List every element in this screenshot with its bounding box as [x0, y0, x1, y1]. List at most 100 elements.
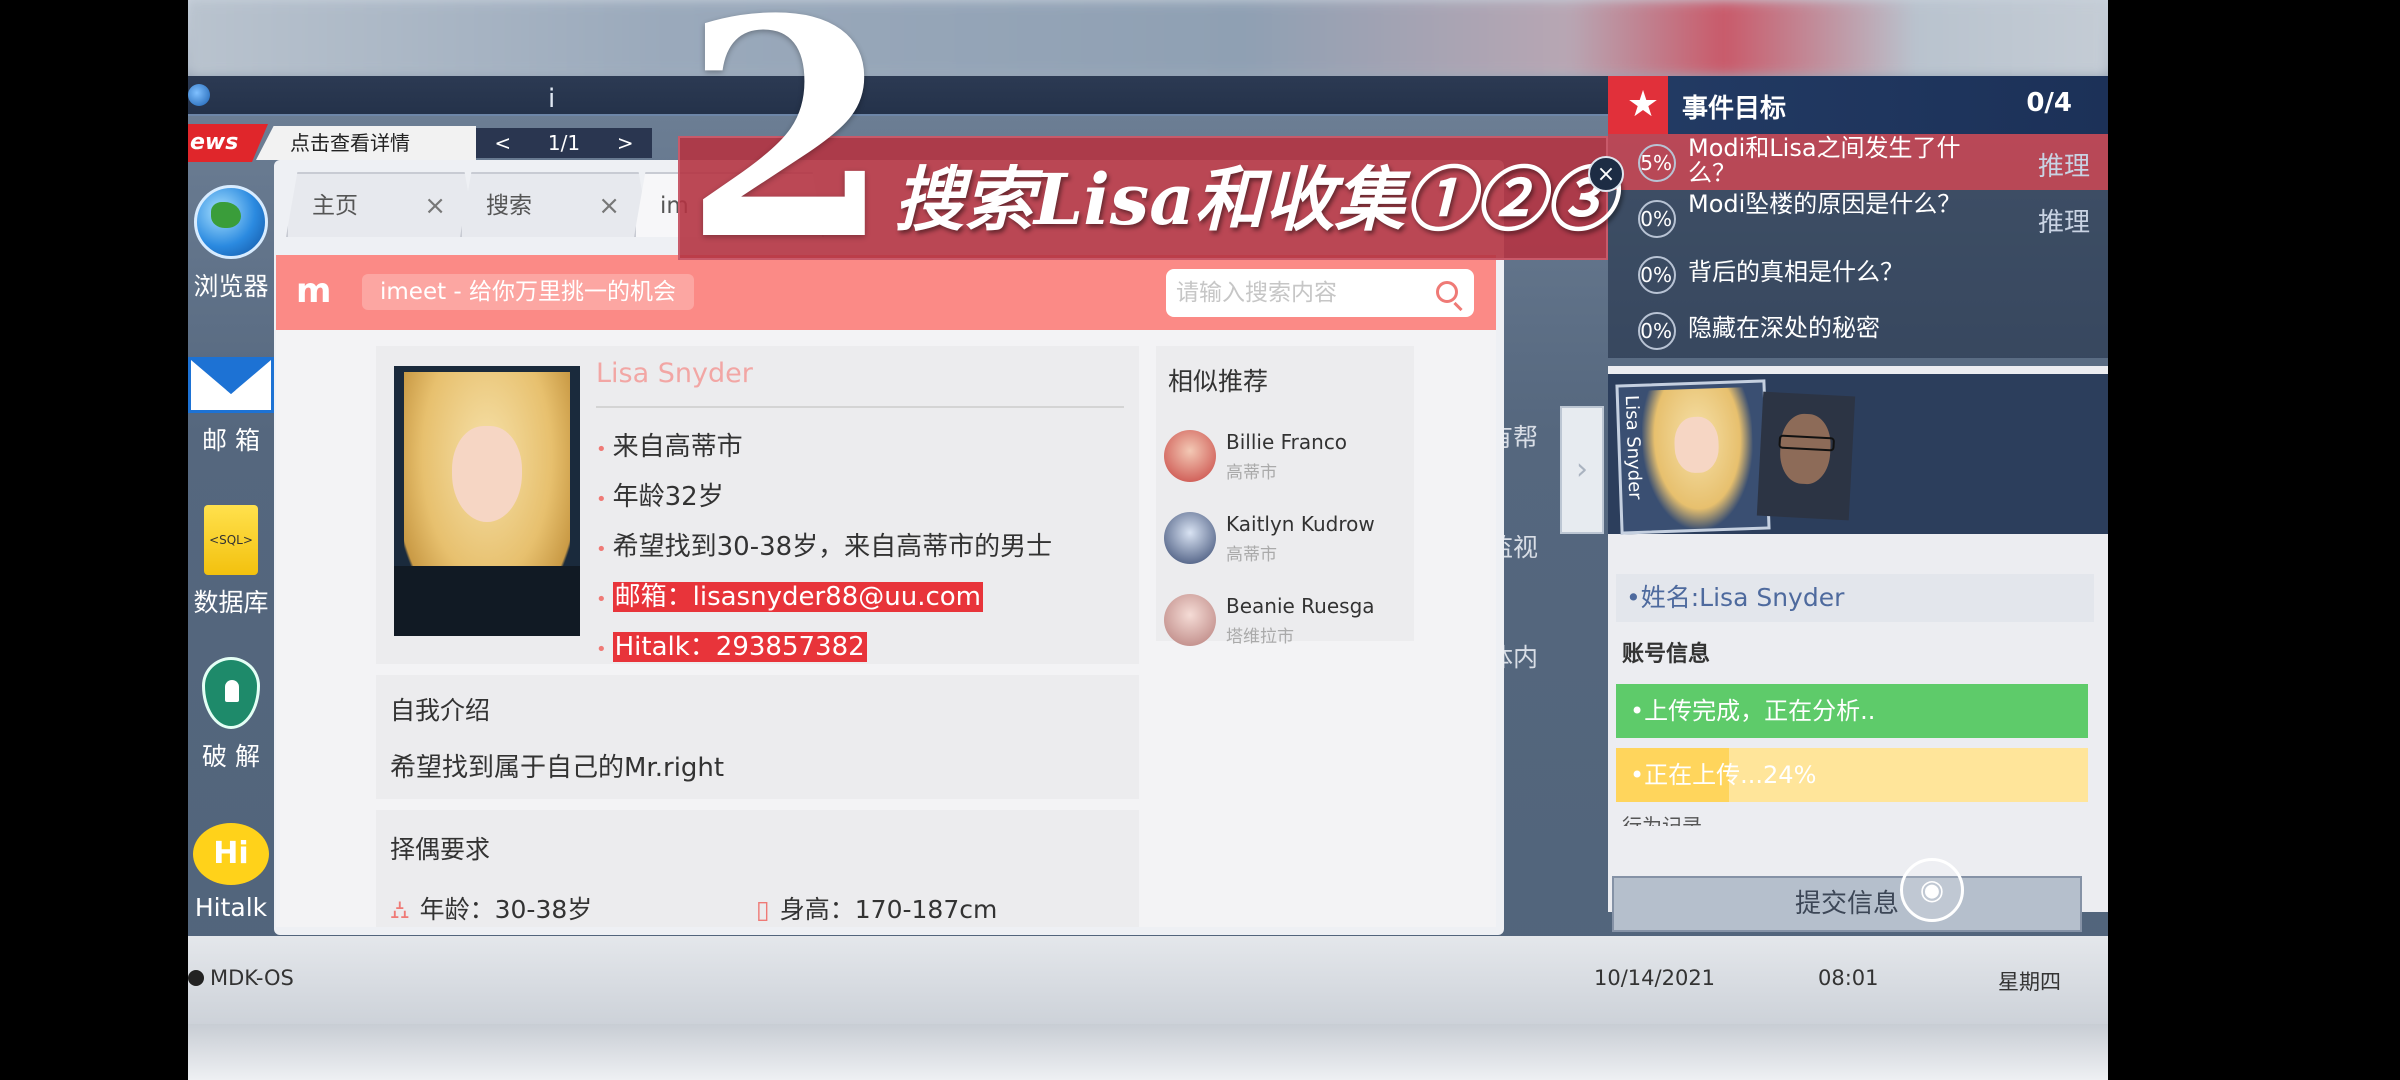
bottom-background — [188, 1024, 2108, 1080]
progress-ring: 5% — [1638, 144, 1676, 182]
profile-hitalk[interactable]: • Hitalk：293857382 — [596, 626, 867, 663]
globe-icon — [188, 84, 210, 106]
avatar — [1164, 430, 1216, 482]
taskbar-time: 08:01 — [1818, 966, 1879, 990]
os-name: MDK-OS — [210, 966, 294, 990]
eye-icon[interactable]: ◉ — [1900, 858, 1964, 922]
news-page: 1/1 — [547, 131, 581, 155]
star-icon: ★ — [1626, 84, 1660, 125]
req-height: ▯ 身高：170-187cm — [756, 895, 998, 924]
app-crack[interactable]: 破 解 — [188, 657, 274, 773]
globe-icon — [194, 185, 268, 259]
guide-step-number: 2 — [683, 0, 892, 306]
profile-photo — [394, 366, 580, 636]
avatar — [1164, 594, 1216, 646]
list-item[interactable]: Billie Franco 高蒂市 — [1164, 426, 1404, 486]
app-browser[interactable]: 浏览器 — [188, 185, 274, 303]
app-label: 数据库 — [193, 588, 269, 617]
next-section-header: 行为记录 — [1622, 814, 1702, 826]
upload-progress-bar: •正在上传...24% — [1616, 748, 2088, 802]
cake-icon: ⛼ — [390, 895, 410, 924]
objective-question: Modi坠楼的原因是什么？ — [1688, 190, 1962, 218]
section-title: 择偶要求 — [390, 835, 491, 864]
objectives-count: 0/4 — [2026, 88, 2072, 118]
list-item[interactable]: Beanie Ruesga 塔维拉市 — [1164, 590, 1404, 650]
objectives-panel: ★ 事件目标 0/4 5% Modi和Lisa之间发生了什么？ 推理 0% Mo… — [1560, 76, 2108, 936]
profile-email[interactable]: • 邮箱：lisasnyder88@uu.com — [596, 576, 983, 613]
progress-ring: 0% — [1638, 312, 1676, 350]
taskbar: MDK-OS 10/14/2021 08:01 星期四 — [188, 936, 2108, 1024]
news-text[interactable]: 点击查看详情 — [256, 126, 476, 160]
app-label: Hitalk — [194, 893, 268, 922]
profile-card: Lisa Snyder • 来自高蒂市 • 年龄32岁 • 希望找到30-38岁，来自… — [376, 346, 1139, 664]
character-card-lisa[interactable]: Lisa Snyder — [1615, 379, 1771, 535]
profile-age: • 年龄32岁 — [596, 482, 724, 512]
tab-search[interactable]: 搜索 × — [460, 172, 650, 237]
news-pager: < 1/1 > — [476, 128, 652, 158]
deduce-button[interactable]: 推理 — [2038, 146, 2090, 183]
app-label: 浏览器 — [193, 272, 269, 301]
req-age: ⛼ 年龄：30-38岁 — [390, 895, 593, 924]
profile-hometown: • 来自高蒂市 — [596, 432, 743, 462]
objective-question: Modi和Lisa之间发生了什么？ — [1688, 134, 1961, 187]
ruler-icon: ▯ — [756, 895, 770, 924]
profile-wish: • 希望找到30-38岁，来自高蒂市的男士 — [596, 532, 1053, 562]
section-title: 自我介绍 — [390, 696, 491, 725]
objective-item[interactable]: 0% Modi坠楼的原因是什么？ 推理 — [1608, 190, 2108, 246]
tab-label: 主页 — [312, 193, 358, 219]
shield-lock-icon — [202, 657, 260, 729]
os-logo-icon[interactable] — [188, 970, 204, 986]
submit-info-button[interactable]: 提交信息 — [1612, 876, 2082, 932]
expand-panel-button[interactable]: › — [1560, 406, 1604, 534]
news-next-button[interactable]: > — [617, 131, 634, 155]
imeet-page: m imeet - 给你万里挑一的机会 Lisa Snyder •来自高蒂市 •… — [276, 255, 1496, 927]
list-item[interactable]: Kaitlyn Kudrow 高蒂市 — [1164, 508, 1404, 568]
close-icon[interactable]: × — [424, 174, 446, 237]
progress-ring: 0% — [1638, 256, 1676, 294]
close-icon[interactable]: × — [598, 174, 620, 237]
objectives-header: ★ 事件目标 0/4 — [1608, 76, 2108, 134]
guide-step-text: 搜索Lisa和收集①②③ — [894, 158, 1615, 241]
deduce-button[interactable]: 推理 — [2038, 202, 2090, 239]
intro-text: 希望找到属于自己的Mr.right — [390, 753, 725, 783]
search-icon[interactable] — [1436, 281, 1458, 303]
app-mail[interactable]: 邮 箱 — [188, 357, 274, 457]
objective-item[interactable]: 0% 背后的真相是什么？ — [1608, 246, 2108, 302]
news-ticker[interactable]: ews 点击查看详情 < 1/1 > — [188, 124, 658, 162]
hitalk-icon: Hi — [193, 823, 269, 885]
tab-label: 搜索 — [486, 193, 532, 219]
profile-name: Lisa Snyder — [596, 358, 753, 389]
objective-item[interactable]: 0% 隐藏在深处的秘密 — [1608, 302, 2108, 358]
self-intro-section: 自我介绍 希望找到属于自己的Mr.right — [376, 675, 1139, 799]
upload-complete-bar: •上传完成，正在分析.. — [1616, 684, 2088, 738]
account-info-header: 账号信息 — [1622, 642, 1711, 667]
section-title: 相似推荐 — [1168, 367, 1269, 396]
app-label: 破 解 — [202, 742, 260, 771]
objective-item[interactable]: 5% Modi和Lisa之间发生了什么？ 推理 — [1608, 134, 2108, 190]
search-input[interactable] — [1166, 269, 1416, 317]
partner-requirements: 择偶要求 ⛼ 年龄：30-38岁 ▯ 身高：170-187cm — [376, 810, 1139, 927]
divider — [596, 406, 1124, 408]
news-badge: ews — [188, 124, 268, 162]
similar-recommendations: 相似推荐 Billie Franco 高蒂市 Kaitlyn Kudrow 高蒂… — [1156, 346, 1414, 647]
app-database[interactable]: <SQL> 数据库 — [188, 505, 274, 619]
imeet-slogan: imeet - 给你万里挑一的机会 — [362, 274, 695, 310]
tab-home[interactable]: 主页 × — [286, 172, 476, 237]
character-cards: Lisa Snyder — [1608, 374, 2108, 535]
app-hitalk[interactable]: Hi Hitalk — [188, 823, 274, 922]
objective-question: 背后的真相是什么？ — [1688, 258, 1904, 286]
top-indicator: i — [548, 84, 556, 114]
news-prev-button[interactable]: < — [494, 131, 511, 155]
blurred-top-background — [188, 0, 2108, 76]
sql-file-icon: <SQL> — [204, 505, 258, 575]
imeet-search-box[interactable] — [1166, 269, 1474, 317]
desktop-sidebar: 浏览器 邮 箱 <SQL> 数据库 破 解 Hi Hitalk — [188, 175, 274, 925]
top-bar — [188, 76, 1608, 116]
evidence-name-field: •姓名:Lisa Snyder — [1616, 574, 2094, 622]
game-screen: i ews 点击查看详情 < 1/1 > 浏览器 邮 箱 <SQL> 数据库 破… — [188, 0, 2108, 1080]
close-icon[interactable]: × — [1588, 156, 1624, 192]
objective-question: 隐藏在深处的秘密 — [1688, 314, 1880, 342]
taskbar-date: 10/14/2021 — [1594, 966, 1716, 990]
imeet-logo: m — [296, 271, 332, 311]
character-card-man[interactable] — [1756, 391, 1856, 521]
